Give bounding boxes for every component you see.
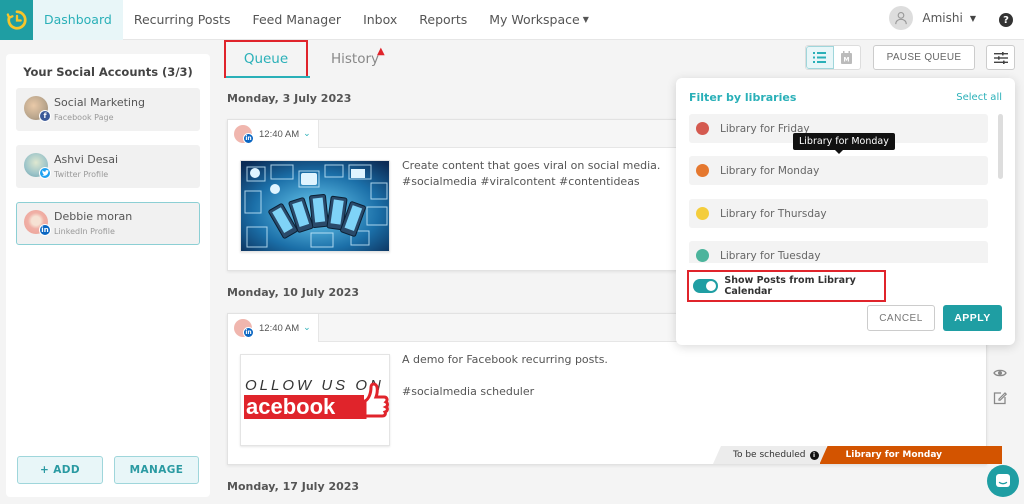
post-time: 12:40 AM	[259, 322, 300, 334]
post-status-strip: To be scheduled i Library for Monday	[713, 446, 1003, 464]
clock-history-icon	[6, 9, 27, 30]
image-text-bottom: acebook	[244, 395, 364, 419]
sliders-icon	[993, 51, 1008, 64]
library-color-dot	[696, 122, 709, 135]
account-avatar: in	[234, 125, 254, 144]
date-heading: Monday, 3 July 2023	[227, 92, 352, 105]
edit-icon[interactable]	[993, 391, 1007, 405]
chat-launcher-button[interactable]	[987, 465, 1019, 497]
account-debbie-moran[interactable]: in Debbie moran LinkedIn Profile	[16, 202, 200, 245]
tab-queue[interactable]: Queue	[224, 40, 310, 78]
account-type: Twitter Profile	[54, 170, 109, 179]
toggle-label: Show Posts from Library Calendar	[724, 275, 856, 297]
social-media-phones-image	[240, 160, 390, 252]
library-label: Library for Monday	[720, 164, 820, 177]
thumbs-up-icon	[363, 382, 389, 419]
date-heading: Monday, 10 July 2023	[227, 286, 360, 299]
add-account-button[interactable]: + ADD	[17, 456, 103, 484]
status-badge: To be scheduled i	[713, 446, 827, 464]
account-name: Social Marketing	[54, 96, 145, 109]
status-label: To be scheduled	[733, 450, 806, 460]
pause-queue-button[interactable]: PAUSE QUEUE	[873, 45, 975, 70]
nav-reports[interactable]: Reports	[408, 0, 478, 40]
library-tag: Library for Monday	[819, 446, 1003, 464]
post-schedule-meta[interactable]: in 12:40 AM ⌄	[228, 314, 319, 342]
caret-down-icon: ▼	[582, 15, 589, 24]
library-color-dot	[696, 164, 709, 177]
social-accounts-panel: Your Social Accounts (3/3) f Social Mark…	[6, 54, 210, 497]
post-text-line: #socialmedia #viralcontent #contentideas	[402, 175, 640, 188]
tooltip: Library for Monday	[793, 133, 895, 154]
view-toggle: M	[805, 45, 861, 70]
nav-recurring-posts[interactable]: Recurring Posts	[123, 0, 242, 40]
nav-my-workspace-label: My Workspace	[489, 12, 580, 27]
nav-inbox[interactable]: Inbox	[352, 0, 408, 40]
post-text-line: #socialmedia scheduler	[402, 385, 535, 398]
svg-text:M: M	[844, 57, 850, 64]
select-all-link[interactable]: Select all	[956, 92, 1002, 103]
account-ashvi-desai[interactable]: Ashvi Desai Twitter Profile	[16, 145, 200, 188]
library-calendar-toggle-row: Show Posts from Library Calendar	[687, 270, 886, 302]
social-accounts-title: Your Social Accounts (3/3)	[23, 65, 193, 79]
help-icon[interactable]: ?	[999, 13, 1013, 27]
library-color-dot	[696, 249, 709, 262]
calendar-view-button[interactable]: M	[834, 46, 860, 69]
user-menu[interactable]: Amishi ▼	[889, 6, 976, 30]
caret-down-icon: ▼	[969, 13, 976, 23]
library-label: Library for Tuesday	[720, 249, 821, 262]
account-avatar: in	[234, 319, 254, 338]
nav-feed-manager[interactable]: Feed Manager	[241, 0, 352, 40]
library-filter-popup: Filter by libraries Select all Library f…	[676, 78, 1015, 345]
post-text: Create content that goes viral on social…	[402, 158, 660, 190]
account-type: Facebook Page	[54, 113, 114, 122]
chat-icon	[996, 474, 1010, 487]
manage-accounts-button[interactable]: MANAGE	[114, 456, 199, 484]
list-view-button[interactable]	[806, 46, 834, 69]
account-name: Ashvi Desai	[54, 153, 119, 166]
avatar	[889, 6, 914, 30]
account-social-marketing[interactable]: f Social Marketing Facebook Page	[16, 88, 200, 131]
library-item-tuesday[interactable]: Library for Tuesday	[689, 241, 988, 263]
tab-history[interactable]: History	[331, 40, 379, 78]
date-heading: Monday, 17 July 2023	[227, 480, 360, 493]
chevron-down-icon[interactable]: ⌄	[303, 323, 311, 333]
top-navigation: Dashboard Recurring Posts Feed Manager I…	[0, 0, 1024, 40]
account-type: LinkedIn Profile	[54, 227, 115, 236]
library-item-thursday[interactable]: Library for Thursday	[689, 199, 988, 228]
linkedin-icon: in	[243, 133, 254, 144]
user-name: Amishi	[922, 11, 963, 25]
follow-us-on-facebook-image: OLLOW US ON acebook	[240, 354, 390, 446]
post-text: A demo for Facebook recurring posts. #so…	[402, 352, 608, 400]
post-text-line: A demo for Facebook recurring posts.	[402, 353, 608, 366]
library-list-scrollbar[interactable]	[998, 114, 1003, 179]
eye-icon[interactable]	[993, 368, 1007, 378]
list-icon	[813, 52, 827, 63]
account-name: Debbie moran	[54, 210, 133, 223]
post-text-line: Create content that goes viral on social…	[402, 159, 661, 172]
post-text-line	[402, 368, 608, 384]
post-time: 12:40 AM	[259, 128, 300, 140]
info-icon[interactable]: i	[809, 450, 819, 460]
nav-my-workspace[interactable]: My Workspace ▼	[478, 0, 600, 40]
filter-title: Filter by libraries	[689, 91, 797, 104]
user-icon	[895, 12, 908, 25]
calendar-icon: M	[841, 51, 853, 64]
warning-icon: ▲	[377, 46, 385, 57]
show-library-posts-toggle[interactable]	[693, 279, 719, 293]
twitter-icon	[39, 167, 51, 179]
linkedin-icon: in	[243, 327, 254, 338]
cancel-button[interactable]: CANCEL	[867, 305, 935, 331]
nav-dashboard[interactable]: Dashboard	[33, 0, 123, 40]
post-actions	[990, 365, 1010, 405]
linkedin-icon: in	[39, 224, 51, 236]
chevron-down-icon[interactable]: ⌄	[303, 129, 311, 139]
facebook-icon: f	[39, 110, 51, 122]
apply-button[interactable]: APPLY	[943, 305, 1002, 331]
library-color-dot	[696, 207, 709, 220]
post-schedule-meta[interactable]: in 12:40 AM ⌄	[228, 120, 319, 148]
library-label: Library for Thursday	[720, 207, 827, 220]
filter-button[interactable]	[986, 45, 1015, 70]
app-logo[interactable]	[0, 0, 33, 40]
library-item-monday[interactable]: Library for Monday	[689, 156, 988, 185]
